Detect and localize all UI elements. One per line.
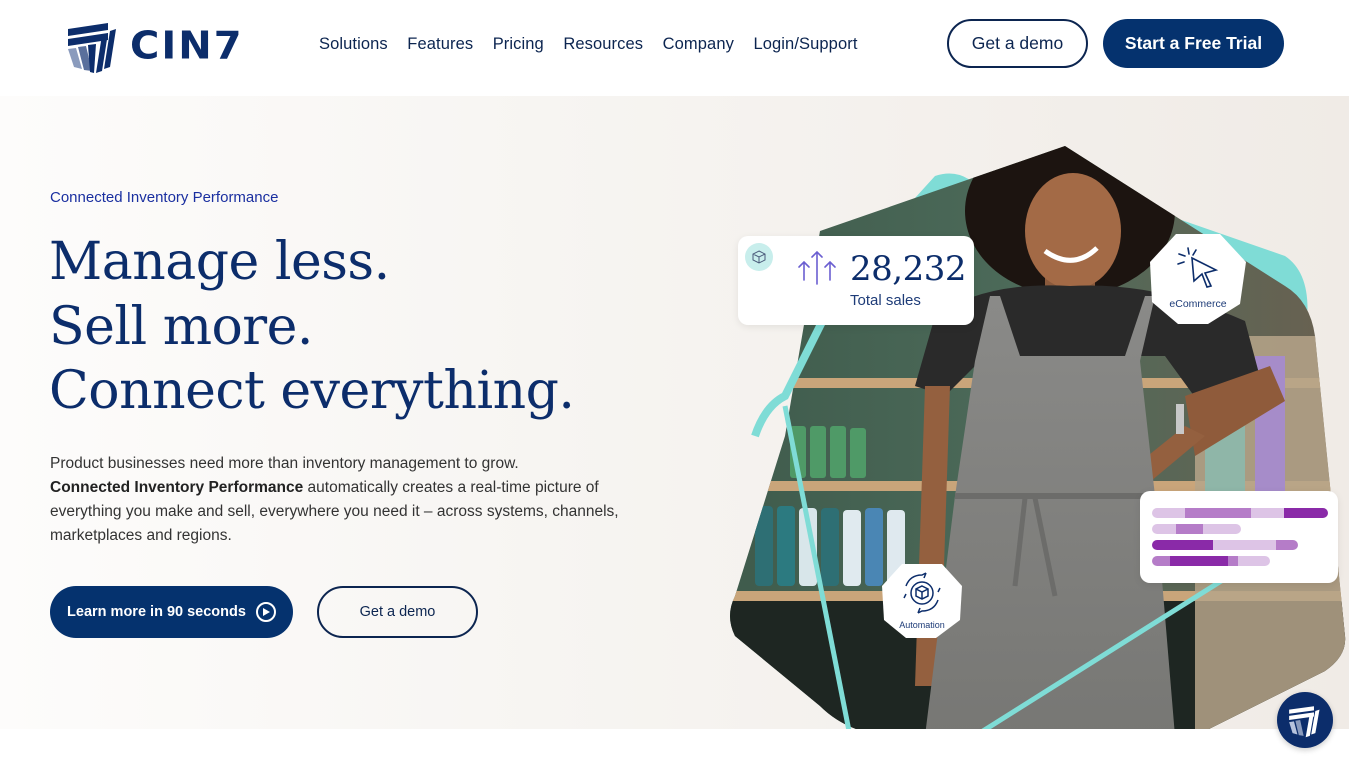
brand-name: CIN7 bbox=[130, 24, 244, 68]
hero-description: Product businesses need more than invent… bbox=[50, 452, 660, 548]
bar-segment bbox=[1238, 556, 1270, 566]
bar-segment bbox=[1176, 524, 1203, 534]
nav-solutions[interactable]: Solutions bbox=[319, 35, 388, 54]
header-free-trial-button[interactable]: Start a Free Trial bbox=[1103, 19, 1284, 68]
nav-login-support[interactable]: Login/Support bbox=[753, 35, 857, 54]
bar-segment bbox=[1284, 508, 1328, 518]
hero-section: Connected Inventory Performance Manage l… bbox=[0, 96, 1349, 729]
bar-row bbox=[1152, 524, 1241, 534]
hero-photo bbox=[730, 146, 1346, 729]
bar-segment bbox=[1227, 556, 1239, 566]
bar-row bbox=[1152, 556, 1270, 566]
nav-resources[interactable]: Resources bbox=[563, 35, 643, 54]
channel-bars-card bbox=[1140, 491, 1338, 583]
bar-row bbox=[1152, 540, 1298, 550]
site-header: CIN7 Solutions Features Pricing Resource… bbox=[0, 0, 1349, 96]
bar-segment bbox=[1213, 540, 1259, 550]
bar-segment bbox=[1202, 524, 1241, 534]
learn-more-video-button[interactable]: Learn more in 90 seconds bbox=[50, 586, 293, 638]
ecommerce-label: eCommerce bbox=[1169, 298, 1227, 310]
bar-segment bbox=[1185, 508, 1251, 518]
cin7-logo-mark-icon bbox=[68, 23, 116, 73]
chat-widget-button[interactable] bbox=[1277, 692, 1333, 748]
description-bold-term: Connected Inventory Performance bbox=[50, 479, 304, 496]
hero-visual bbox=[725, 136, 1349, 729]
hero-eyebrow: Connected Inventory Performance bbox=[50, 189, 279, 206]
main-nav: Solutions Features Pricing Resources Com… bbox=[319, 35, 877, 54]
up-arrows-icon bbox=[798, 250, 836, 285]
bar-segment bbox=[1152, 556, 1170, 566]
hero-get-demo-button[interactable]: Get a demo bbox=[317, 586, 478, 638]
total-sales-card: 28,232 Total sales bbox=[738, 236, 974, 325]
gear-cube-cycle-icon bbox=[903, 572, 941, 614]
header-get-demo-button[interactable]: Get a demo bbox=[947, 19, 1088, 68]
bar-segment bbox=[1152, 508, 1186, 518]
cursor-click-icon bbox=[1177, 247, 1219, 288]
bar-segment bbox=[1169, 556, 1228, 566]
nav-pricing[interactable]: Pricing bbox=[493, 35, 544, 54]
headline-line-3: Connect everything. bbox=[49, 361, 575, 421]
play-circle-icon bbox=[255, 602, 276, 622]
headline-line-2: Sell more. bbox=[49, 296, 313, 357]
automation-badge: Automation bbox=[880, 562, 964, 640]
total-sales-value: 28,232 bbox=[850, 249, 966, 289]
bar-row bbox=[1152, 508, 1328, 518]
ecommerce-badge: eCommerce bbox=[1148, 232, 1248, 326]
bar-segment bbox=[1258, 540, 1277, 550]
hero-headline: Manage less. Sell more. Connect everythi… bbox=[49, 230, 575, 424]
video-button-label: Learn more in 90 seconds bbox=[67, 604, 246, 620]
bar-segment bbox=[1152, 524, 1177, 534]
description-line-1: Product businesses need more than invent… bbox=[50, 455, 519, 472]
cin7-chat-icon bbox=[1289, 706, 1320, 738]
nav-company[interactable]: Company bbox=[663, 35, 734, 54]
bar-segment bbox=[1276, 540, 1298, 550]
cube-icon bbox=[745, 243, 773, 271]
headline-line-1: Manage less. bbox=[49, 232, 390, 292]
nav-features[interactable]: Features bbox=[407, 35, 473, 54]
bar-segment bbox=[1250, 508, 1284, 518]
automation-label: Automation bbox=[899, 620, 945, 630]
cin7-logo[interactable]: CIN7 bbox=[64, 17, 244, 75]
total-sales-label: Total sales bbox=[850, 292, 921, 309]
bar-segment bbox=[1152, 540, 1214, 550]
